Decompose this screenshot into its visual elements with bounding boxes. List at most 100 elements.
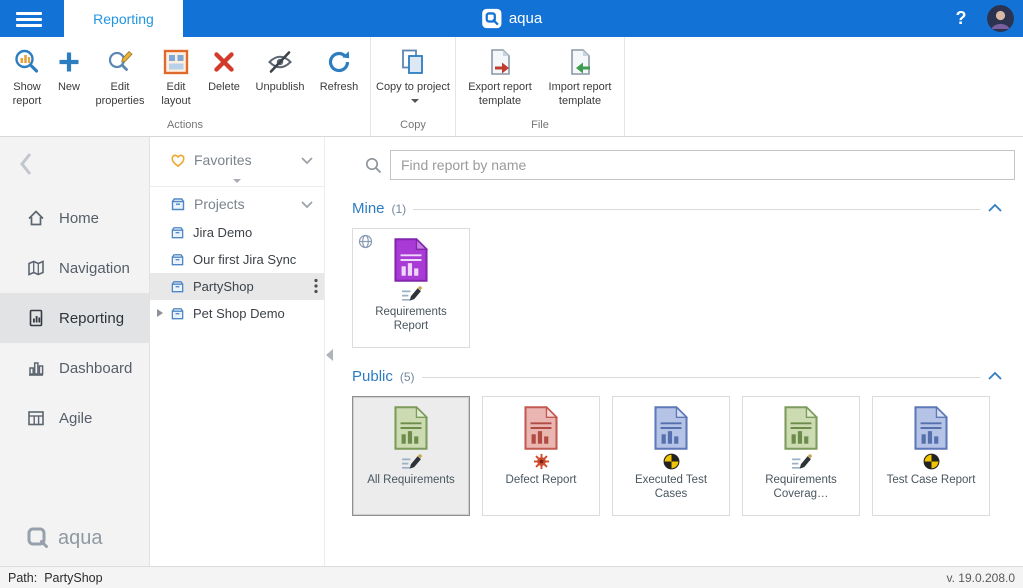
delete-button[interactable]: Delete bbox=[200, 41, 248, 118]
map-icon bbox=[26, 258, 46, 278]
unpublish-button[interactable]: Unpublish bbox=[248, 41, 312, 118]
ribbon-toolbar: Show report New Edit pro bbox=[0, 37, 1023, 137]
button-label: Edit properties bbox=[88, 81, 152, 109]
edit-properties-icon bbox=[106, 46, 134, 78]
new-button[interactable]: New bbox=[50, 41, 88, 118]
tab-label: Reporting bbox=[93, 11, 154, 27]
edit-marker-icon bbox=[401, 452, 422, 470]
ribbon-group-label: Actions bbox=[0, 118, 370, 136]
section-title: Public bbox=[352, 368, 393, 385]
import-template-button[interactable]: Import report template bbox=[540, 41, 620, 118]
projects-label: Projects bbox=[194, 196, 245, 212]
user-avatar[interactable] bbox=[987, 5, 1014, 32]
footer-logo-text: aqua bbox=[58, 527, 103, 550]
collapse-section-button[interactable] bbox=[987, 371, 1003, 381]
projects-header[interactable]: Projects bbox=[150, 189, 324, 219]
ribbon-group-label: Copy bbox=[371, 118, 455, 136]
search-icon bbox=[365, 157, 382, 174]
aqua-footer-logo: aqua bbox=[26, 526, 103, 550]
top-bar: Reporting aqua ? bbox=[0, 0, 1023, 37]
collapse-tree-handle[interactable] bbox=[326, 349, 333, 361]
report-doc-icon bbox=[653, 406, 689, 450]
report-card-label: Requirements Coverag… bbox=[743, 473, 859, 502]
report-card-test-case-report[interactable]: Test Case Report bbox=[872, 396, 990, 516]
edit-layout-button[interactable]: Edit layout bbox=[152, 41, 200, 118]
sidebar-item-reporting[interactable]: Reporting bbox=[0, 293, 149, 343]
report-card-all-requirements[interactable]: All Requirements bbox=[352, 396, 470, 516]
report-doc-icon bbox=[393, 406, 429, 450]
tab-reporting[interactable]: Reporting bbox=[64, 0, 183, 37]
project-icon bbox=[170, 252, 185, 267]
help-button[interactable]: ? bbox=[947, 0, 975, 37]
sidebar-item-label: Agile bbox=[59, 410, 92, 427]
copy-to-project-button[interactable]: Copy to project bbox=[375, 41, 451, 118]
button-label: Edit layout bbox=[152, 81, 200, 109]
sidebar-item-agile[interactable]: Agile bbox=[0, 393, 149, 443]
report-card-label: Test Case Report bbox=[881, 473, 982, 487]
section-count: (5) bbox=[400, 368, 415, 384]
section-count: (1) bbox=[392, 200, 407, 216]
report-card-executed-test-cases[interactable]: Executed Test Cases bbox=[612, 396, 730, 516]
sidebar-item-navigation[interactable]: Navigation bbox=[0, 243, 149, 293]
ribbon-group-label: File bbox=[456, 118, 624, 136]
app-title: aqua bbox=[509, 10, 542, 27]
show-report-button[interactable]: Show report bbox=[4, 41, 50, 118]
tree-splitter[interactable] bbox=[150, 175, 324, 187]
project-icon bbox=[170, 306, 185, 321]
search-input[interactable] bbox=[390, 150, 1015, 180]
import-icon bbox=[566, 46, 594, 78]
favorites-header[interactable]: Favorites bbox=[150, 145, 324, 175]
hamburger-menu-icon[interactable] bbox=[16, 9, 42, 28]
button-label: Refresh bbox=[320, 81, 359, 95]
sidebar-item-label: Home bbox=[59, 210, 99, 227]
report-card-requirements-report[interactable]: Requirements Report bbox=[352, 228, 470, 348]
dropdown-caret-icon bbox=[411, 99, 419, 103]
button-label: Unpublish bbox=[256, 81, 305, 95]
report-card-label: Defect Report bbox=[500, 473, 583, 487]
button-label: Import report template bbox=[540, 81, 620, 109]
tree-item-pet-shop-demo[interactable]: Pet Shop Demo bbox=[150, 300, 324, 327]
report-card-label: Executed Test Cases bbox=[613, 473, 729, 502]
report-card-requirements-coverage[interactable]: Requirements Coverag… bbox=[742, 396, 860, 516]
sidebar-item-home[interactable]: Home bbox=[0, 193, 149, 243]
edit-marker-icon bbox=[401, 284, 422, 302]
section-rule bbox=[413, 209, 980, 210]
sidebar-item-label: Navigation bbox=[59, 260, 130, 277]
globe-icon bbox=[358, 234, 373, 252]
tree-item-our-first-jira-sync[interactable]: Our first Jira Sync bbox=[150, 246, 324, 273]
project-icon bbox=[170, 225, 185, 240]
refresh-button[interactable]: Refresh bbox=[312, 41, 366, 118]
testcase-marker-icon bbox=[923, 452, 940, 470]
chevron-down-icon[interactable] bbox=[300, 156, 314, 165]
show-report-icon bbox=[13, 46, 41, 78]
report-card-defect-report[interactable]: Defect Report bbox=[482, 396, 600, 516]
chevron-down-icon[interactable] bbox=[300, 200, 314, 209]
collapse-sidebar-button[interactable] bbox=[18, 151, 34, 180]
section-public-header: Public (5) bbox=[352, 366, 1003, 386]
dashboard-icon bbox=[26, 358, 46, 378]
export-template-button[interactable]: Export report template bbox=[460, 41, 540, 118]
public-cards-row: All Requirements Defect Report Executed … bbox=[352, 396, 1003, 516]
project-tree-panel: Favorites Projects Jira Demo Our first J… bbox=[150, 137, 325, 566]
tree-item-label: PartyShop bbox=[193, 279, 254, 294]
agile-board-icon bbox=[26, 408, 46, 428]
refresh-icon bbox=[325, 46, 353, 78]
report-doc-icon bbox=[913, 406, 949, 450]
edit-properties-button[interactable]: Edit properties bbox=[88, 41, 152, 118]
aqua-logo-icon bbox=[481, 8, 502, 29]
copy-icon bbox=[399, 46, 427, 78]
search-row bbox=[365, 150, 1015, 180]
home-icon bbox=[26, 208, 46, 228]
section-mine-header: Mine (1) bbox=[352, 198, 1003, 218]
defect-marker-icon bbox=[533, 452, 550, 470]
expander-icon[interactable] bbox=[157, 309, 163, 317]
report-card-label: All Requirements bbox=[361, 473, 461, 487]
projects-icon bbox=[170, 196, 186, 212]
collapse-section-button[interactable] bbox=[987, 203, 1003, 213]
kebab-menu-icon[interactable] bbox=[314, 278, 318, 297]
report-doc-icon bbox=[393, 238, 429, 282]
ribbon-group-copy: Copy to project Copy bbox=[371, 37, 456, 136]
tree-item-jira-demo[interactable]: Jira Demo bbox=[150, 219, 324, 246]
sidebar-item-dashboard[interactable]: Dashboard bbox=[0, 343, 149, 393]
tree-item-partyshop[interactable]: PartyShop bbox=[150, 273, 324, 300]
